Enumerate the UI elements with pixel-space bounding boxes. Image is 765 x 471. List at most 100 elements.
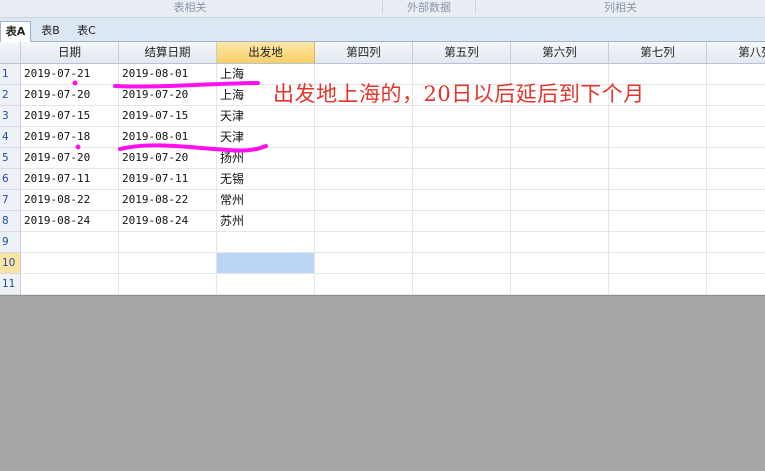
table-cell[interactable]: [21, 232, 119, 253]
column-header[interactable]: 出发地: [217, 42, 315, 64]
table-cell[interactable]: 2019-07-11: [119, 169, 217, 190]
sheet-tab-c[interactable]: 表C: [70, 21, 103, 42]
table-cell[interactable]: [413, 253, 511, 274]
table-cell[interactable]: [413, 211, 511, 232]
row-number[interactable]: 6: [0, 169, 21, 190]
table-cell[interactable]: [609, 148, 707, 169]
row-number[interactable]: 7: [0, 190, 21, 211]
row-number[interactable]: 2: [0, 85, 21, 106]
row-number[interactable]: 11: [0, 274, 21, 295]
table-cell[interactable]: [511, 211, 609, 232]
table-cell[interactable]: [119, 232, 217, 253]
column-header[interactable]: 第五列: [413, 42, 511, 64]
table-cell[interactable]: [511, 169, 609, 190]
table-cell[interactable]: [315, 211, 413, 232]
table-cell[interactable]: [413, 148, 511, 169]
table-cell[interactable]: [707, 64, 765, 85]
table-cell[interactable]: [707, 106, 765, 127]
table-cell[interactable]: [315, 127, 413, 148]
table-cell[interactable]: 2019-07-15: [119, 106, 217, 127]
table-cell[interactable]: [217, 232, 315, 253]
table-cell[interactable]: 天津: [217, 106, 315, 127]
select-all-corner[interactable]: [0, 42, 21, 64]
table-cell[interactable]: [707, 148, 765, 169]
table-cell[interactable]: [609, 127, 707, 148]
column-header[interactable]: 第六列: [511, 42, 609, 64]
table-cell[interactable]: [119, 274, 217, 295]
table-cell[interactable]: 2019-08-24: [21, 211, 119, 232]
table-cell[interactable]: 2019-08-01: [119, 64, 217, 85]
table-cell[interactable]: [707, 169, 765, 190]
row-number[interactable]: 10: [0, 253, 21, 274]
table-cell[interactable]: [315, 253, 413, 274]
table-cell[interactable]: 苏州: [217, 211, 315, 232]
row-number[interactable]: 3: [0, 106, 21, 127]
table-cell[interactable]: [707, 190, 765, 211]
column-header[interactable]: 第四列: [315, 42, 413, 64]
table-cell[interactable]: [413, 106, 511, 127]
table-cell[interactable]: 2019-08-01: [119, 127, 217, 148]
table-cell[interactable]: [413, 127, 511, 148]
table-cell[interactable]: [315, 169, 413, 190]
table-cell[interactable]: [609, 253, 707, 274]
table-cell[interactable]: [707, 232, 765, 253]
table-cell[interactable]: [413, 190, 511, 211]
table-cell[interactable]: 2019-08-22: [119, 190, 217, 211]
table-cell[interactable]: 2019-07-15: [21, 106, 119, 127]
row-number[interactable]: 4: [0, 127, 21, 148]
table-cell[interactable]: [315, 190, 413, 211]
column-header[interactable]: 第八列: [707, 42, 765, 64]
table-cell[interactable]: [511, 127, 609, 148]
table-cell[interactable]: [609, 106, 707, 127]
table-cell[interactable]: 2019-07-20: [21, 85, 119, 106]
table-cell[interactable]: 无锡: [217, 169, 315, 190]
column-header[interactable]: 日期: [21, 42, 119, 64]
column-header[interactable]: 第七列: [609, 42, 707, 64]
table-cell[interactable]: [315, 106, 413, 127]
table-cell[interactable]: 2019-07-20: [119, 148, 217, 169]
table-cell[interactable]: [315, 148, 413, 169]
table-cell[interactable]: 2019-07-20: [119, 85, 217, 106]
table-cell[interactable]: [511, 106, 609, 127]
row-number[interactable]: 8: [0, 211, 21, 232]
table-cell[interactable]: [511, 253, 609, 274]
table-cell[interactable]: 常州: [217, 190, 315, 211]
table-cell[interactable]: [413, 169, 511, 190]
table-cell[interactable]: 2019-07-21: [21, 64, 119, 85]
table-cell[interactable]: [413, 274, 511, 295]
table-cell[interactable]: [119, 253, 217, 274]
table-cell[interactable]: 2019-08-22: [21, 190, 119, 211]
table-cell[interactable]: [217, 253, 315, 274]
table-cell[interactable]: [609, 274, 707, 295]
sheet-tab-b[interactable]: 表B: [34, 21, 67, 42]
table-cell[interactable]: [21, 253, 119, 274]
table-cell[interactable]: [609, 211, 707, 232]
table-cell[interactable]: 2019-07-18: [21, 127, 119, 148]
row-number[interactable]: 1: [0, 64, 21, 85]
table-cell[interactable]: 2019-07-20: [21, 148, 119, 169]
column-header[interactable]: 结算日期: [119, 42, 217, 64]
table-cell[interactable]: [511, 232, 609, 253]
table-cell[interactable]: [707, 127, 765, 148]
table-cell[interactable]: [511, 274, 609, 295]
table-cell[interactable]: [511, 190, 609, 211]
table-cell[interactable]: 天津: [217, 127, 315, 148]
table-cell[interactable]: [707, 253, 765, 274]
table-cell[interactable]: [315, 274, 413, 295]
row-number[interactable]: 9: [0, 232, 21, 253]
sheet-tab-a[interactable]: 表A: [0, 21, 31, 42]
table-cell[interactable]: [609, 169, 707, 190]
row-number[interactable]: 5: [0, 148, 21, 169]
table-cell[interactable]: [217, 274, 315, 295]
table-cell[interactable]: [315, 232, 413, 253]
table-cell[interactable]: [707, 274, 765, 295]
table-cell[interactable]: 2019-07-11: [21, 169, 119, 190]
table-cell[interactable]: [21, 274, 119, 295]
table-cell[interactable]: [707, 211, 765, 232]
table-cell[interactable]: [609, 232, 707, 253]
table-cell[interactable]: [609, 190, 707, 211]
table-cell[interactable]: 扬州: [217, 148, 315, 169]
table-cell[interactable]: 2019-08-24: [119, 211, 217, 232]
table-cell[interactable]: [413, 232, 511, 253]
table-cell[interactable]: [511, 148, 609, 169]
